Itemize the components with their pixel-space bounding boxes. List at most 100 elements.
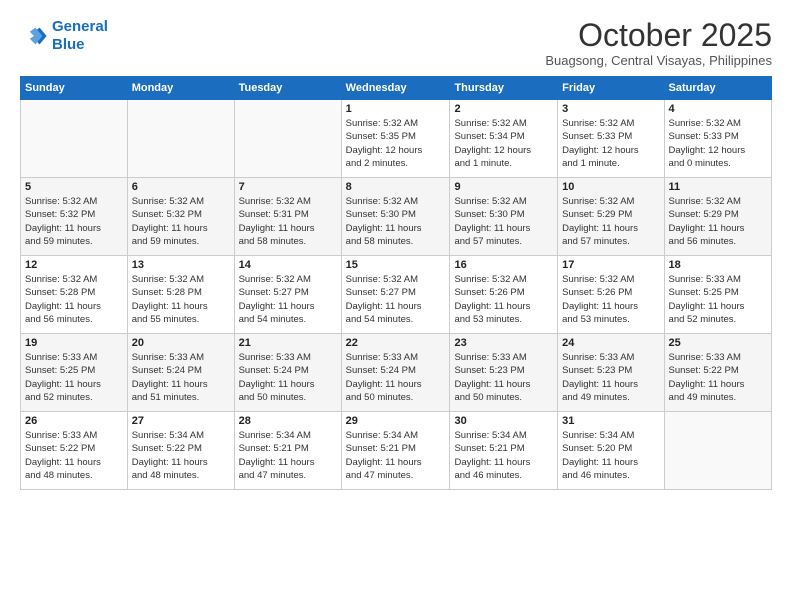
day-cell: 26 Sunrise: 5:33 AMSunset: 5:22 PMDayligh… [21, 412, 128, 490]
day-number: 28 [239, 415, 337, 427]
week-row-5: 26 Sunrise: 5:33 AMSunset: 5:22 PMDayligh… [21, 412, 772, 490]
day-info: Sunrise: 5:33 AMSunset: 5:23 PMDaylight:… [562, 351, 659, 404]
day-cell: 6 Sunrise: 5:32 AMSunset: 5:32 PMDaylight… [127, 178, 234, 256]
day-cell: 18 Sunrise: 5:33 AMSunset: 5:25 PMDayligh… [664, 256, 771, 334]
day-info: Sunrise: 5:32 AMSunset: 5:30 PMDaylight:… [346, 195, 446, 248]
week-row-3: 12Sunrise: 5:32 AMSunset: 5:28 PMDayligh… [21, 256, 772, 334]
day-cell: 23 Sunrise: 5:33 AMSunset: 5:23 PMDayligh… [450, 334, 558, 412]
header: General Blue October 2025 Buagsong, Cent… [20, 18, 772, 68]
header-tuesday: Tuesday [234, 77, 341, 100]
day-number: 17 [562, 259, 659, 271]
day-cell [21, 100, 128, 178]
header-sunday: Sunday [21, 77, 128, 100]
day-info: Sunrise: 5:32 AMSunset: 5:27 PMDaylight:… [346, 273, 446, 326]
day-cell: 30Sunrise: 5:34 AMSunset: 5:21 PMDayligh… [450, 412, 558, 490]
header-monday: Monday [127, 77, 234, 100]
logo-text: General Blue [52, 18, 108, 54]
calendar-table: Sunday Monday Tuesday Wednesday Thursday… [20, 76, 772, 490]
day-number: 20 [132, 337, 230, 349]
page: General Blue October 2025 Buagsong, Cent… [0, 0, 792, 612]
day-number: 2 [454, 103, 553, 115]
location: Buagsong, Central Visayas, Philippines [545, 53, 772, 68]
day-cell: 24 Sunrise: 5:33 AMSunset: 5:23 PMDayligh… [558, 334, 664, 412]
day-number: 21 [239, 337, 337, 349]
day-cell: 8 Sunrise: 5:32 AMSunset: 5:30 PMDaylight… [341, 178, 450, 256]
day-info: Sunrise: 5:34 AMSunset: 5:22 PMDaylight:… [132, 429, 230, 482]
day-cell: 25 Sunrise: 5:33 AMSunset: 5:22 PMDayligh… [664, 334, 771, 412]
day-number: 4 [669, 103, 767, 115]
day-cell: 14 Sunrise: 5:32 AMSunset: 5:27 PMDayligh… [234, 256, 341, 334]
day-info: Sunrise: 5:32 AMSunset: 5:30 PMDaylight:… [454, 195, 553, 248]
day-info: Sunrise: 5:33 AMSunset: 5:22 PMDaylight:… [25, 429, 123, 482]
day-cell: 12Sunrise: 5:32 AMSunset: 5:28 PMDayligh… [21, 256, 128, 334]
day-cell: 11Sunrise: 5:32 AMSunset: 5:29 PMDayligh… [664, 178, 771, 256]
day-cell: 31Sunrise: 5:34 AMSunset: 5:20 PMDayligh… [558, 412, 664, 490]
day-info: Sunrise: 5:32 AMSunset: 5:26 PMDaylight:… [562, 273, 659, 326]
day-cell: 13Sunrise: 5:32 AMSunset: 5:28 PMDayligh… [127, 256, 234, 334]
day-number: 16 [454, 259, 553, 271]
day-number: 18 [669, 259, 767, 271]
day-info: Sunrise: 5:32 AMSunset: 5:33 PMDaylight:… [669, 117, 767, 170]
day-cell: 21 Sunrise: 5:33 AMSunset: 5:24 PMDayligh… [234, 334, 341, 412]
day-number: 6 [132, 181, 230, 193]
day-info: Sunrise: 5:32 AMSunset: 5:35 PMDaylight:… [346, 117, 446, 170]
day-info: Sunrise: 5:34 AMSunset: 5:21 PMDaylight:… [346, 429, 446, 482]
day-number: 1 [346, 103, 446, 115]
day-info: Sunrise: 5:33 AMSunset: 5:22 PMDaylight:… [669, 351, 767, 404]
week-row-1: 1 Sunrise: 5:32 AMSunset: 5:35 PMDaylight… [21, 100, 772, 178]
day-info: Sunrise: 5:33 AMSunset: 5:24 PMDaylight:… [132, 351, 230, 404]
header-thursday: Thursday [450, 77, 558, 100]
day-cell: 4 Sunrise: 5:32 AMSunset: 5:33 PMDaylight… [664, 100, 771, 178]
day-info: Sunrise: 5:32 AMSunset: 5:28 PMDaylight:… [132, 273, 230, 326]
header-saturday: Saturday [664, 77, 771, 100]
day-number: 14 [239, 259, 337, 271]
day-cell: 2Sunrise: 5:32 AMSunset: 5:34 PMDaylight… [450, 100, 558, 178]
day-info: Sunrise: 5:33 AMSunset: 5:24 PMDaylight:… [346, 351, 446, 404]
calendar-body: 1 Sunrise: 5:32 AMSunset: 5:35 PMDaylight… [21, 100, 772, 490]
day-info: Sunrise: 5:32 AMSunset: 5:27 PMDaylight:… [239, 273, 337, 326]
day-info: Sunrise: 5:34 AMSunset: 5:20 PMDaylight:… [562, 429, 659, 482]
day-number: 27 [132, 415, 230, 427]
day-number: 9 [454, 181, 553, 193]
day-cell: 5Sunrise: 5:32 AMSunset: 5:32 PMDaylight… [21, 178, 128, 256]
logo-line2: Blue [52, 36, 85, 53]
day-info: Sunrise: 5:32 AMSunset: 5:29 PMDaylight:… [669, 195, 767, 248]
day-number: 30 [454, 415, 553, 427]
day-cell: 16 Sunrise: 5:32 AMSunset: 5:26 PMDayligh… [450, 256, 558, 334]
day-info: Sunrise: 5:33 AMSunset: 5:25 PMDaylight:… [25, 351, 123, 404]
day-info: Sunrise: 5:32 AMSunset: 5:33 PMDaylight:… [562, 117, 659, 170]
day-cell: 28Sunrise: 5:34 AMSunset: 5:21 PMDayligh… [234, 412, 341, 490]
day-number: 26 [25, 415, 123, 427]
day-cell: 22Sunrise: 5:33 AMSunset: 5:24 PMDayligh… [341, 334, 450, 412]
month-title: October 2025 [545, 18, 772, 53]
day-info: Sunrise: 5:32 AMSunset: 5:31 PMDaylight:… [239, 195, 337, 248]
day-info: Sunrise: 5:32 AMSunset: 5:32 PMDaylight:… [25, 195, 123, 248]
header-row: Sunday Monday Tuesday Wednesday Thursday… [21, 77, 772, 100]
day-number: 8 [346, 181, 446, 193]
day-info: Sunrise: 5:32 AMSunset: 5:32 PMDaylight:… [132, 195, 230, 248]
day-cell [664, 412, 771, 490]
day-number: 3 [562, 103, 659, 115]
day-number: 24 [562, 337, 659, 349]
day-cell: 29Sunrise: 5:34 AMSunset: 5:21 PMDayligh… [341, 412, 450, 490]
logo-line1: General [52, 18, 108, 35]
day-info: Sunrise: 5:32 AMSunset: 5:26 PMDaylight:… [454, 273, 553, 326]
week-row-2: 5Sunrise: 5:32 AMSunset: 5:32 PMDaylight… [21, 178, 772, 256]
day-info: Sunrise: 5:32 AMSunset: 5:28 PMDaylight:… [25, 273, 123, 326]
day-info: Sunrise: 5:33 AMSunset: 5:25 PMDaylight:… [669, 273, 767, 326]
day-info: Sunrise: 5:33 AMSunset: 5:23 PMDaylight:… [454, 351, 553, 404]
day-info: Sunrise: 5:33 AMSunset: 5:24 PMDaylight:… [239, 351, 337, 404]
week-row-4: 19Sunrise: 5:33 AMSunset: 5:25 PMDayligh… [21, 334, 772, 412]
header-friday: Friday [558, 77, 664, 100]
day-number: 25 [669, 337, 767, 349]
day-cell [234, 100, 341, 178]
day-cell: 10Sunrise: 5:32 AMSunset: 5:29 PMDayligh… [558, 178, 664, 256]
day-number: 23 [454, 337, 553, 349]
day-cell: 3 Sunrise: 5:32 AMSunset: 5:33 PMDaylight… [558, 100, 664, 178]
day-cell: 20 Sunrise: 5:33 AMSunset: 5:24 PMDayligh… [127, 334, 234, 412]
logo: General Blue [20, 18, 108, 54]
title-block: October 2025 Buagsong, Central Visayas, … [545, 18, 772, 68]
logo-icon [20, 22, 48, 50]
day-number: 7 [239, 181, 337, 193]
day-info: Sunrise: 5:32 AMSunset: 5:29 PMDaylight:… [562, 195, 659, 248]
